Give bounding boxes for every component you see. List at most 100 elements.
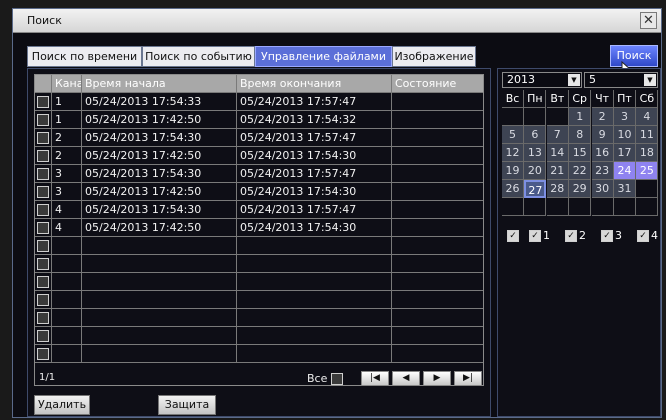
calendar-day[interactable]: 14 bbox=[546, 144, 569, 162]
select-all-checkbox[interactable] bbox=[331, 373, 343, 385]
row-checkbox[interactable] bbox=[37, 204, 49, 216]
calendar-day[interactable]: 28 bbox=[546, 180, 569, 198]
year-select[interactable]: 2013 ▼ bbox=[502, 72, 582, 88]
close-button[interactable]: ✕ bbox=[640, 12, 657, 29]
row-checkbox[interactable] bbox=[37, 258, 49, 270]
table-row[interactable] bbox=[35, 237, 483, 255]
tab-file-management[interactable]: Управление файлами bbox=[255, 46, 392, 67]
row-checkbox[interactable] bbox=[37, 222, 49, 234]
calendar-day[interactable]: 25 bbox=[636, 162, 659, 180]
cell-end-time: 05/24/2013 17:54:32 bbox=[236, 111, 391, 129]
column-header-end-time[interactable]: Время окончания bbox=[236, 75, 391, 93]
calendar-day[interactable]: 17 bbox=[614, 144, 636, 162]
tab-event-search[interactable]: Поиск по событию bbox=[142, 46, 255, 67]
weekday-header: Пн bbox=[524, 90, 547, 108]
row-checkbox[interactable] bbox=[37, 294, 49, 306]
calendar-empty-cell bbox=[591, 198, 614, 216]
table-row[interactable]: 3 05/24/2013 17:54:30 05/24/2013 17:57:47 bbox=[35, 165, 483, 183]
cell-status bbox=[391, 273, 483, 291]
channel-checkboxes: ✓ ✓ 1 ✓ 2 ✓ 3 ✓ 4 bbox=[502, 229, 659, 246]
tab-image[interactable]: Изображение bbox=[392, 46, 476, 67]
calendar-day[interactable]: 11 bbox=[636, 126, 659, 144]
table-row[interactable] bbox=[35, 309, 483, 327]
calendar-day[interactable]: 2 bbox=[591, 108, 614, 126]
prev-page-button[interactable]: ◀ bbox=[392, 371, 420, 386]
table-row[interactable] bbox=[35, 327, 483, 345]
calendar-day[interactable]: 3 bbox=[614, 108, 636, 126]
calendar-day[interactable]: 15 bbox=[569, 144, 592, 162]
calendar-day[interactable]: 12 bbox=[502, 144, 524, 162]
calendar-day[interactable]: 22 bbox=[569, 162, 592, 180]
cell-start-time bbox=[81, 309, 236, 327]
column-header-channel[interactable]: Канал bbox=[51, 75, 81, 93]
calendar-empty-cell bbox=[569, 198, 592, 216]
row-checkbox[interactable] bbox=[37, 132, 49, 144]
calendar-day[interactable]: 16 bbox=[591, 144, 614, 162]
row-checkbox[interactable] bbox=[37, 150, 49, 162]
month-select[interactable]: 5 ▼ bbox=[584, 72, 658, 88]
table-row[interactable] bbox=[35, 255, 483, 273]
table-row[interactable] bbox=[35, 273, 483, 291]
calendar-day[interactable]: 19 bbox=[502, 162, 524, 180]
row-checkbox[interactable] bbox=[37, 186, 49, 198]
calendar-day[interactable]: 10 bbox=[614, 126, 636, 144]
row-checkbox[interactable] bbox=[37, 348, 49, 360]
cell-end-time: 05/24/2013 17:57:47 bbox=[236, 93, 391, 111]
first-page-button[interactable]: |◀ bbox=[361, 371, 389, 386]
column-header-start-time[interactable]: Время начала bbox=[81, 75, 236, 93]
table-row[interactable] bbox=[35, 291, 483, 309]
table-row[interactable]: 3 05/24/2013 17:42:50 05/24/2013 17:54:30 bbox=[35, 183, 483, 201]
calendar-day[interactable]: 31 bbox=[614, 180, 636, 198]
table-row[interactable]: 1 05/24/2013 17:54:33 05/24/2013 17:57:47 bbox=[35, 93, 483, 111]
calendar-day[interactable]: 20 bbox=[524, 162, 547, 180]
protect-button[interactable]: Защита bbox=[158, 395, 216, 415]
cell-channel: 2 bbox=[51, 147, 81, 165]
calendar-day[interactable]: 26 bbox=[502, 180, 524, 198]
check-icon: ✓ bbox=[529, 230, 541, 242]
cell-status bbox=[391, 147, 483, 165]
calendar-day[interactable]: 4 bbox=[636, 108, 659, 126]
table-row[interactable]: 2 05/24/2013 17:54:30 05/24/2013 17:57:47 bbox=[35, 129, 483, 147]
calendar-day[interactable]: 1 bbox=[569, 108, 592, 126]
row-checkbox[interactable] bbox=[37, 312, 49, 324]
search-button[interactable]: Поиск bbox=[610, 45, 658, 67]
weekday-header: Вт bbox=[546, 90, 569, 108]
tab-time-search[interactable]: Поиск по времени bbox=[27, 46, 142, 67]
cell-start-time: 05/24/2013 17:54:30 bbox=[81, 165, 236, 183]
table-row[interactable] bbox=[35, 345, 483, 363]
cell-start-time: 05/24/2013 17:54:33 bbox=[81, 93, 236, 111]
row-checkbox[interactable] bbox=[37, 240, 49, 252]
calendar-day[interactable]: 7 bbox=[546, 126, 569, 144]
calendar-day[interactable]: 13 bbox=[524, 144, 547, 162]
calendar-day[interactable]: 24 bbox=[614, 162, 636, 180]
cell-channel bbox=[51, 345, 81, 363]
cell-end-time bbox=[236, 255, 391, 273]
table-row[interactable]: 4 05/24/2013 17:54:30 05/24/2013 17:57:47 bbox=[35, 201, 483, 219]
calendar-day[interactable]: 6 bbox=[524, 126, 547, 144]
calendar-day[interactable]: 9 bbox=[591, 126, 614, 144]
calendar-day[interactable]: 30 bbox=[591, 180, 614, 198]
cell-channel bbox=[51, 327, 81, 345]
table-row[interactable]: 4 05/24/2013 17:42:50 05/24/2013 17:54:30 bbox=[35, 219, 483, 237]
table-row[interactable]: 1 05/24/2013 17:42:50 05/24/2013 17:54:32 bbox=[35, 111, 483, 129]
calendar-day[interactable]: 21 bbox=[546, 162, 569, 180]
last-page-button[interactable]: ▶| bbox=[454, 371, 482, 386]
calendar-day[interactable]: 29 bbox=[569, 180, 592, 198]
row-checkbox[interactable] bbox=[37, 168, 49, 180]
next-page-button[interactable]: ▶ bbox=[423, 371, 451, 386]
row-checkbox[interactable] bbox=[37, 114, 49, 126]
calendar-day[interactable]: 18 bbox=[636, 144, 659, 162]
calendar-day[interactable]: 27 bbox=[524, 180, 547, 198]
cell-end-time: 05/24/2013 17:54:30 bbox=[236, 183, 391, 201]
row-checkbox[interactable] bbox=[37, 96, 49, 108]
channel-label: 3 bbox=[615, 229, 622, 242]
calendar-day[interactable]: 5 bbox=[502, 126, 524, 144]
table-row[interactable]: 2 05/24/2013 17:42:50 05/24/2013 17:54:30 bbox=[35, 147, 483, 165]
delete-button[interactable]: Удалить bbox=[34, 395, 90, 415]
calendar-day[interactable]: 8 bbox=[569, 126, 592, 144]
row-checkbox[interactable] bbox=[37, 330, 49, 342]
cell-status bbox=[391, 111, 483, 129]
calendar-day[interactable]: 23 bbox=[591, 162, 614, 180]
column-header-status[interactable]: Состояние bbox=[391, 75, 483, 93]
row-checkbox[interactable] bbox=[37, 276, 49, 288]
